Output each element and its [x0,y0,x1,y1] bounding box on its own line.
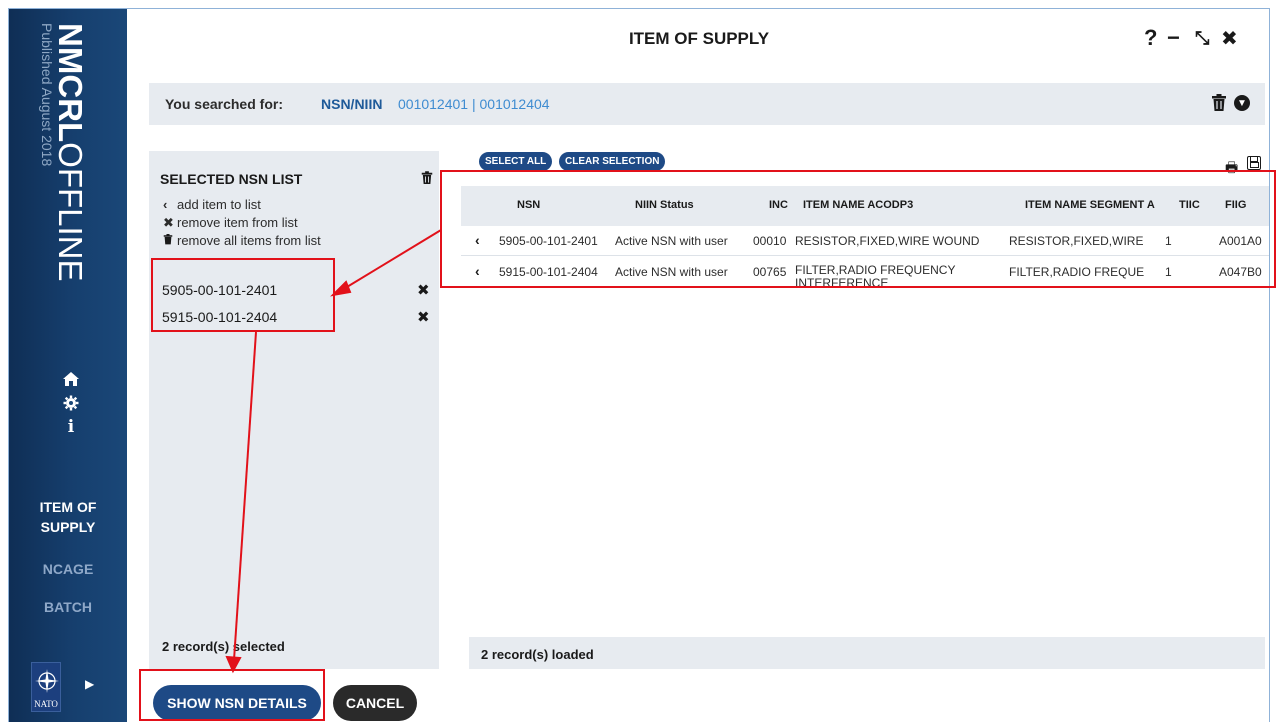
nato-logo: NATO [31,662,61,712]
selected-nsn-item[interactable]: 5905-00-101-2401 [162,282,277,298]
restore-icon[interactable]: ⤡ [1195,28,1209,49]
trash-icon [163,233,177,248]
cell-nsn: 5915-00-101-2404 [499,265,598,279]
app-frame: NMCRLOFFLINE Published August 2018 i ITE… [8,8,1270,722]
clear-list-trash-icon[interactable] [421,171,433,185]
print-icon[interactable]: 🖶 [1225,157,1238,181]
column-header[interactable]: INC [769,199,788,211]
trash-icon[interactable] [1211,94,1227,112]
add-to-list-chevron-icon[interactable]: ‹ [475,263,480,279]
column-header[interactable]: ITEM NAME SEGMENT A [1025,199,1155,211]
gear-icon[interactable] [61,393,81,413]
add-to-list-chevron-icon[interactable]: ‹ [475,232,480,248]
cell-item-name: FILTER,RADIO FREQUENCY INTERFERENCE [795,263,956,290]
column-header[interactable]: ITEM NAME ACODP3 [803,199,913,211]
nato-label: NATO [34,699,58,709]
window-title: ITEM OF SUPPLY [628,29,770,48]
nav-item-of-supply[interactable]: ITEM OF SUPPLY [9,497,127,537]
cell-fiig: A047B0 [1219,265,1262,279]
caret-right-icon[interactable]: ▶ [85,677,94,691]
cell-status: Active NSN with user [615,234,728,248]
table-row[interactable]: ‹ 5915-00-101-2404 Active NSN with user … [461,257,1269,290]
cell-tiic: 1 [1165,265,1172,279]
cell-segment: FILTER,RADIO FREQUE [1009,265,1145,279]
cell-inc: 00010 [753,234,787,248]
selected-nsn-panel: SELECTED NSN LIST ‹ add item to list ✖ rem… [149,151,439,669]
results-table-header: NSN NIIN Status INC ITEM NAME ACODP3 ITE… [461,186,1269,226]
info-icon[interactable]: i [61,417,81,437]
cancel-button[interactable]: CANCEL [333,685,417,721]
legend-remove: ✖ remove item from list [163,215,298,230]
cell-nsn: 5905-00-101-2401 [499,234,598,248]
clear-selection-button[interactable]: CLEAR SELECTION [559,152,666,171]
select-all-button[interactable]: SELECT ALL [479,152,553,171]
app-logo: NMCRLOFFLINE [52,23,89,282]
cell-status: Active NSN with user [615,265,728,279]
help-icon[interactable]: ? [1144,25,1157,51]
home-icon[interactable] [61,369,81,389]
title-bar: ITEM OF SUPPLY ? − ⤡ ✖ [127,9,1269,69]
close-icon[interactable]: ✖ [1221,26,1238,51]
nav-item-of-supply-line1: ITEM OF [39,499,97,515]
column-header[interactable]: TIIC [1179,199,1200,211]
cell-tiic: 1 [1165,234,1172,248]
save-icon[interactable] [1247,156,1261,170]
sidebar: NMCRLOFFLINE Published August 2018 i ITE… [9,9,127,722]
show-nsn-details-button[interactable]: SHOW NSN DETAILS [153,685,321,721]
app-brand: NMCRLOFFLINE Published August 2018 [27,23,89,323]
cell-inc: 00765 [753,265,787,279]
chevron-down-icon[interactable]: ▼ [1234,95,1250,111]
cell-fiig: A001A0 [1219,234,1262,248]
cell-segment: RESISTOR,FIXED,WIRE [1009,234,1144,248]
search-summary-bar: You searched for: NSN/NIIN 001012401 | 0… [149,83,1265,125]
search-summary-label: You searched for: [165,96,283,112]
minimize-icon[interactable]: − [1167,25,1180,51]
legend-add: ‹ add item to list [163,197,261,212]
nav-item-of-supply-line2: SUPPLY [40,519,96,535]
search-criteria-value[interactable]: 001012401 | 001012404 [398,96,550,112]
main-panel: ITEM OF SUPPLY ? − ⤡ ✖ You searched for:… [127,9,1269,722]
table-row[interactable]: ‹ 5905-00-101-2401 Active NSN with user … [461,226,1269,256]
search-criteria-key: NSN/NIIN [321,96,383,112]
close-icon: ✖ [163,215,174,230]
nav-batch[interactable]: BATCH [9,597,127,617]
column-header[interactable]: FIIG [1225,199,1246,211]
selected-nsn-item[interactable]: 5915-00-101-2404 [162,309,277,325]
column-header[interactable]: NSN [517,199,540,211]
records-loaded-bar: 2 record(s) loaded [469,637,1265,669]
remove-item-icon[interactable]: ✖ [417,308,430,326]
column-header[interactable]: NIIN Status [635,199,694,211]
selected-count: 2 record(s) selected [162,639,285,654]
selected-nsn-title: SELECTED NSN LIST [160,171,303,187]
legend-remove-all: remove all items from list [163,233,321,248]
chevron-left-icon: ‹ [163,197,168,212]
records-loaded-text: 2 record(s) loaded [481,647,594,662]
nav-ncage[interactable]: NCAGE [9,559,127,579]
remove-item-icon[interactable]: ✖ [417,281,430,299]
cell-item-name: RESISTOR,FIXED,WIRE WOUND [795,234,980,248]
